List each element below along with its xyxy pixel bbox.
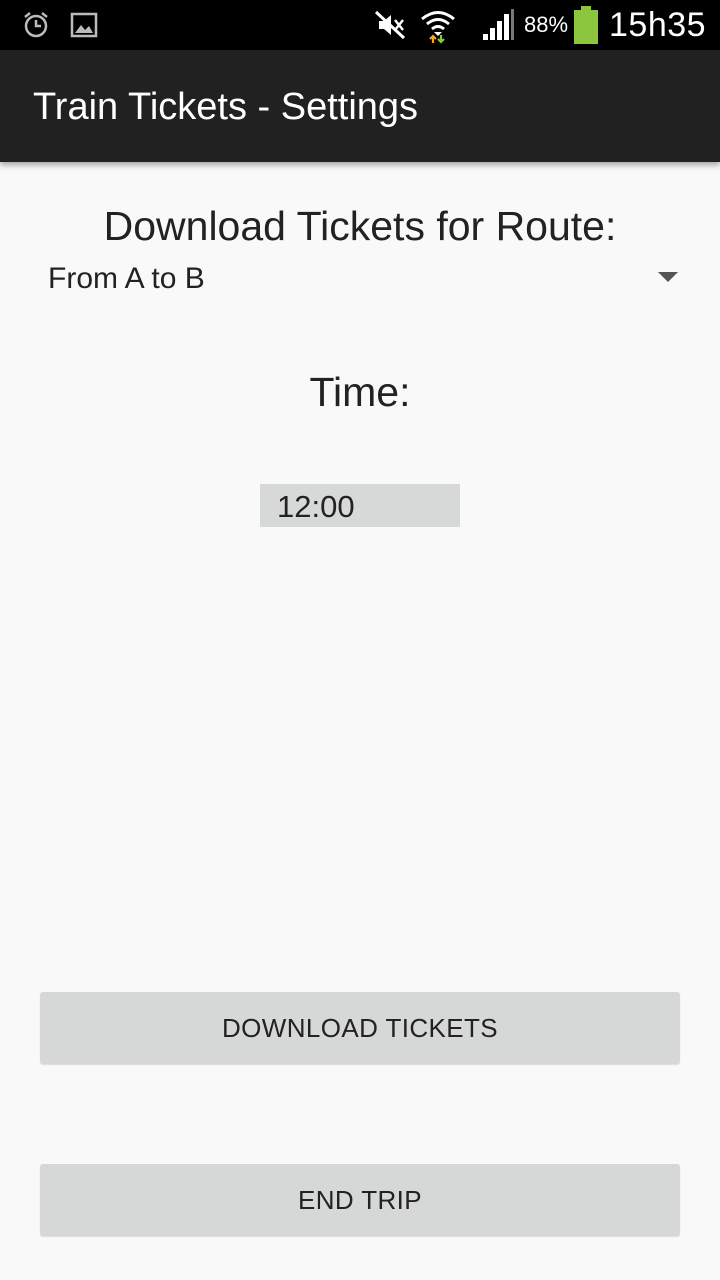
route-spinner[interactable]: From A to B — [38, 255, 690, 305]
time-heading: Time: — [309, 369, 411, 415]
battery-icon — [572, 0, 600, 50]
image-icon — [68, 0, 100, 50]
mute-icon — [372, 0, 408, 50]
download-tickets-button[interactable]: DOWNLOAD TICKETS — [40, 992, 680, 1064]
time-value: 12:00 — [277, 489, 355, 524]
signal-icon — [480, 0, 516, 50]
dropdown-arrow-icon — [658, 272, 678, 282]
battery-percent: 88% — [524, 12, 569, 37]
route-heading: Download Tickets for Route: — [103, 203, 617, 249]
app-title: Train Tickets - Settings — [33, 86, 419, 128]
alarm-icon — [20, 0, 52, 50]
action-bar: Train Tickets - Settings — [0, 50, 720, 162]
end-trip-button[interactable]: END TRIP — [40, 1164, 680, 1236]
time-field[interactable]: 12:00 — [260, 484, 460, 527]
status-bar: 88% 15h35 — [0, 0, 720, 50]
wifi-icon — [418, 0, 458, 50]
route-selected-value: From A to B — [48, 262, 205, 295]
status-clock: 15h35 — [609, 5, 707, 44]
